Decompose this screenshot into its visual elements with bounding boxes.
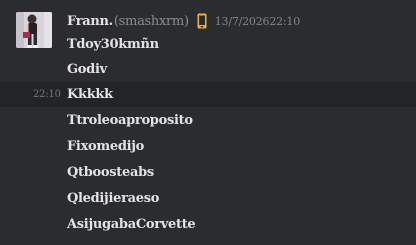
message-header: Frann. (smashxrm) 13/7/202622:10	[67, 12, 300, 30]
message-row[interactable]: Qtboosteabs	[0, 160, 416, 185]
message-text: Godiv	[67, 62, 107, 77]
message-text: Qledijieraeso	[67, 191, 160, 206]
author-handle: (smashxrm)	[113, 13, 189, 29]
message-row[interactable]: Tdoy30kmñn	[0, 32, 416, 57]
mobile-phone-icon	[197, 13, 207, 29]
message-row[interactable]: AsijugabaCorvette	[0, 212, 416, 237]
chat-message-group: Frann. (smashxrm) 13/7/202622:10 Tdoy30k…	[0, 0, 416, 245]
message-row[interactable]: Godiv	[0, 57, 416, 82]
message-row-hovered[interactable]: 22:10 Kkkkk	[0, 82, 416, 107]
message-row[interactable]: Fixomedijo	[0, 134, 416, 159]
author-name[interactable]: Frann.	[67, 14, 113, 29]
message-text: Kkkkk	[67, 87, 113, 102]
message-timestamp: 13/7/202622:10	[214, 14, 301, 28]
message-row[interactable]: Ttroleoaproposito	[0, 108, 416, 133]
hover-timestamp: 22:10	[33, 89, 61, 100]
message-text: Tdoy30kmñn	[67, 37, 159, 52]
message-row[interactable]: Qledijieraeso	[0, 186, 416, 211]
message-text: Qtboosteabs	[67, 165, 154, 180]
message-text: AsijugabaCorvette	[67, 217, 196, 232]
message-text: Ttroleoaproposito	[67, 113, 193, 128]
message-text: Fixomedijo	[67, 139, 145, 154]
